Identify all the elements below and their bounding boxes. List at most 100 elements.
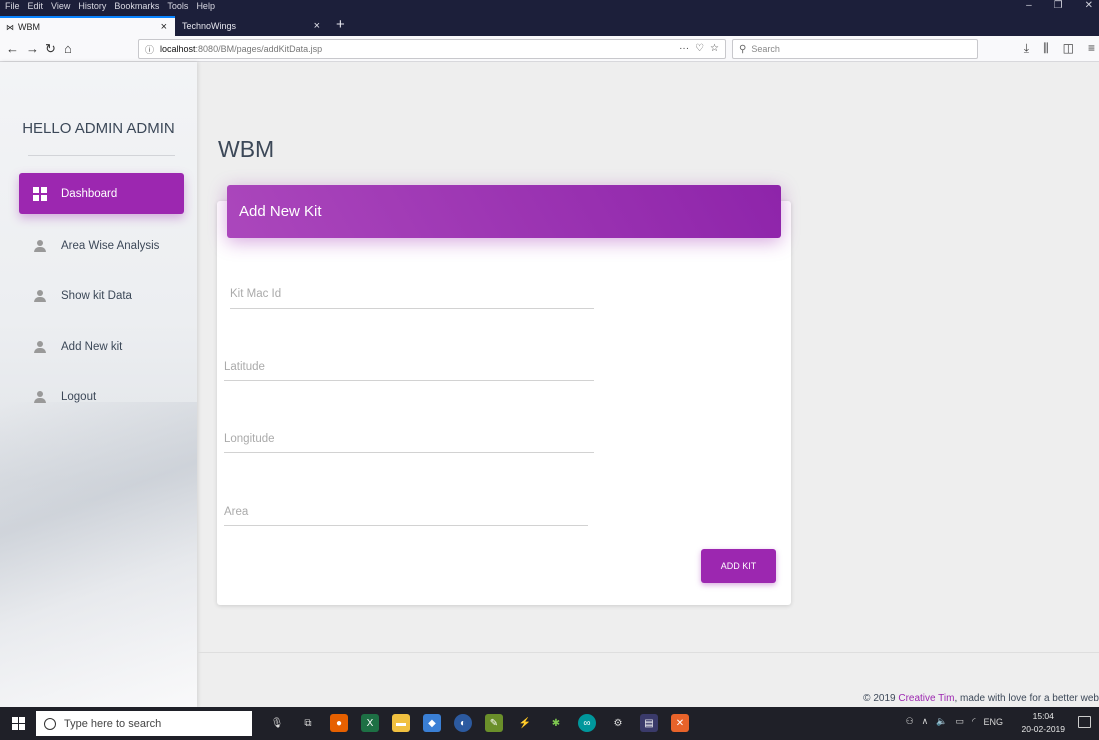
window-controls: – ❐ ✕ xyxy=(1026,0,1093,11)
page-actions-icon[interactable]: ··· xyxy=(679,43,689,54)
search-placeholder: Search xyxy=(751,44,780,54)
arduino-icon[interactable]: ∞ xyxy=(578,714,596,732)
settings-icon[interactable]: ⚙ xyxy=(609,714,627,732)
battery-icon[interactable]: ▭ xyxy=(955,716,964,727)
restore-button[interactable]: ❐ xyxy=(1054,0,1063,11)
tab-technowings[interactable]: TechnoWings × xyxy=(176,16,328,36)
menu-view[interactable]: View xyxy=(51,1,70,11)
navigation-toolbar: ← → ↻ ⌂ ⓘ localhost :8080/BM/pages/addKi… xyxy=(0,36,1099,62)
menu-edit[interactable]: Edit xyxy=(28,1,44,11)
sidebar-item-label: Show kit Data xyxy=(61,289,132,302)
sidebar-item-logout[interactable]: Logout xyxy=(19,376,184,417)
sidebar-item-label: Dashboard xyxy=(61,187,118,200)
sidebar-item-add-new-kit[interactable]: Add New kit xyxy=(19,326,184,367)
close-tab-icon[interactable]: × xyxy=(314,20,320,32)
gear-app-icon[interactable]: ✱ xyxy=(547,714,565,732)
home-icon[interactable]: ⌂ xyxy=(64,41,72,56)
tab-wbm[interactable]: ⋈ WBM × xyxy=(0,16,175,36)
windows-start-icon[interactable] xyxy=(12,717,25,730)
hamburger-menu-icon[interactable]: ≡ xyxy=(1088,41,1095,56)
add-kit-form-card: Kit Mac Id Latitude Longitude Area xyxy=(217,201,791,605)
menu-help[interactable]: Help xyxy=(196,1,215,11)
cortana-icon xyxy=(44,717,56,730)
task-view-icon[interactable]: ⧉ xyxy=(299,714,317,732)
back-arrow-icon[interactable]: ← xyxy=(6,41,19,56)
longitude-underline xyxy=(224,452,594,453)
bookmark-star-icon[interactable]: ☆ xyxy=(710,43,719,54)
footer: © 2019 Creative Tim, made with love for … xyxy=(863,693,1099,704)
notepad-icon[interactable]: ✎ xyxy=(485,714,503,732)
taskbar-search-placeholder: Type here to search xyxy=(64,717,162,730)
language-indicator[interactable]: ENG xyxy=(983,717,1003,727)
url-actions: ··· ♡ ☆ xyxy=(679,43,719,54)
browser-search-input[interactable]: ⚲ Search xyxy=(732,39,978,59)
menu-bookmarks[interactable]: Bookmarks xyxy=(114,1,159,11)
kit-mac-id-label: Kit Mac Id xyxy=(230,288,282,300)
footer-divider xyxy=(197,652,1099,653)
sidebar-divider xyxy=(28,155,175,156)
taskbar-search-input[interactable]: Type here to search xyxy=(36,711,252,736)
menu-file[interactable]: File xyxy=(5,1,20,11)
sidebar: HELLO ADMIN ADMIN Dashboard Area Wise An… xyxy=(0,62,197,707)
browser-title-bar: File Edit View History Bookmarks Tools H… xyxy=(0,0,1099,14)
system-tray: ⚇ ∧ 🔈 ▭ ◜ ENG xyxy=(906,716,1003,727)
card-title: Add New Kit xyxy=(239,203,322,220)
area-label: Area xyxy=(224,506,249,518)
terminal-icon[interactable]: ▤ xyxy=(640,714,658,732)
page-content: HELLO ADMIN ADMIN Dashboard Area Wise An… xyxy=(0,62,1099,707)
tab-label: WBM xyxy=(18,22,40,32)
sidebar-item-label: Logout xyxy=(61,390,97,403)
close-tab-icon[interactable]: × xyxy=(161,21,167,33)
tab-label: TechnoWings xyxy=(182,21,237,31)
menu-history[interactable]: History xyxy=(78,1,106,11)
download-icon[interactable]: ⤓ xyxy=(1024,41,1029,56)
sidebar-toggle-icon[interactable]: ◫ xyxy=(1063,41,1074,56)
latitude-field[interactable]: Latitude xyxy=(224,361,594,381)
sidebar-item-label: Add New kit xyxy=(61,340,123,353)
excel-icon[interactable]: X xyxy=(361,714,379,732)
person-icon xyxy=(33,390,47,404)
url-bar[interactable]: ⓘ localhost :8080/BM/pages/addKitData.js… xyxy=(138,39,726,59)
longitude-field[interactable]: Longitude xyxy=(224,433,594,453)
sidebar-item-show-kit-data[interactable]: Show kit Data xyxy=(19,275,184,316)
longitude-label: Longitude xyxy=(224,433,275,445)
person-icon xyxy=(33,239,47,253)
file-explorer-icon[interactable]: ▬ xyxy=(392,714,410,732)
microphone-icon[interactable]: 🎙 xyxy=(268,714,286,732)
volume-icon[interactable]: 🔈 xyxy=(936,716,947,727)
card-header: Add New Kit xyxy=(227,185,781,238)
footer-prefix: © 2019 xyxy=(863,693,899,704)
taskbar-clock[interactable]: 15:04 20-02-2019 xyxy=(1022,710,1065,736)
add-kit-button[interactable]: ADD KIT xyxy=(701,549,776,583)
latitude-label: Latitude xyxy=(224,361,265,373)
people-icon[interactable]: ⚇ xyxy=(906,716,914,727)
url-path: :8080/BM/pages/addKitData.jsp xyxy=(195,44,323,54)
latitude-underline xyxy=(224,380,594,381)
menu-tools[interactable]: Tools xyxy=(167,1,188,11)
flash-icon[interactable]: ⚡ xyxy=(516,714,534,732)
sidebar-item-area-wise-analysis[interactable]: Area Wise Analysis xyxy=(19,225,184,266)
pocket-icon[interactable]: ♡ xyxy=(695,43,704,54)
dashboard-icon xyxy=(33,186,47,201)
area-field[interactable]: Area xyxy=(224,506,588,526)
footer-link[interactable]: Creative Tim xyxy=(898,693,954,704)
library-icon[interactable]: ⫼ xyxy=(1043,41,1049,56)
network-icon[interactable]: ◜ xyxy=(972,716,976,727)
package-icon[interactable]: ◆ xyxy=(423,714,441,732)
sidebar-item-dashboard[interactable]: Dashboard xyxy=(19,173,184,214)
sidebar-brand: HELLO ADMIN ADMIN xyxy=(22,120,175,137)
kit-mac-id-field[interactable]: Kit Mac Id xyxy=(230,288,594,309)
url-host: localhost xyxy=(160,44,196,54)
firefox-icon[interactable]: ● xyxy=(330,714,348,732)
new-tab-icon[interactable]: + xyxy=(336,16,345,33)
site-info-icon[interactable]: ⓘ xyxy=(145,43,154,56)
close-window-button[interactable]: ✕ xyxy=(1085,0,1093,11)
eclipse-icon[interactable]: ◐ xyxy=(454,714,472,732)
reload-icon[interactable]: ↻ xyxy=(45,41,56,57)
xampp-icon[interactable]: ✕ xyxy=(671,714,689,732)
chevron-up-icon[interactable]: ∧ xyxy=(922,716,929,727)
minimize-button[interactable]: – xyxy=(1026,0,1032,11)
notification-center-icon[interactable] xyxy=(1078,716,1091,728)
forward-arrow-icon[interactable]: → xyxy=(26,41,39,56)
toolbar-right-buttons: ⤓ ⫼ ◫ ≡ xyxy=(1024,41,1095,56)
